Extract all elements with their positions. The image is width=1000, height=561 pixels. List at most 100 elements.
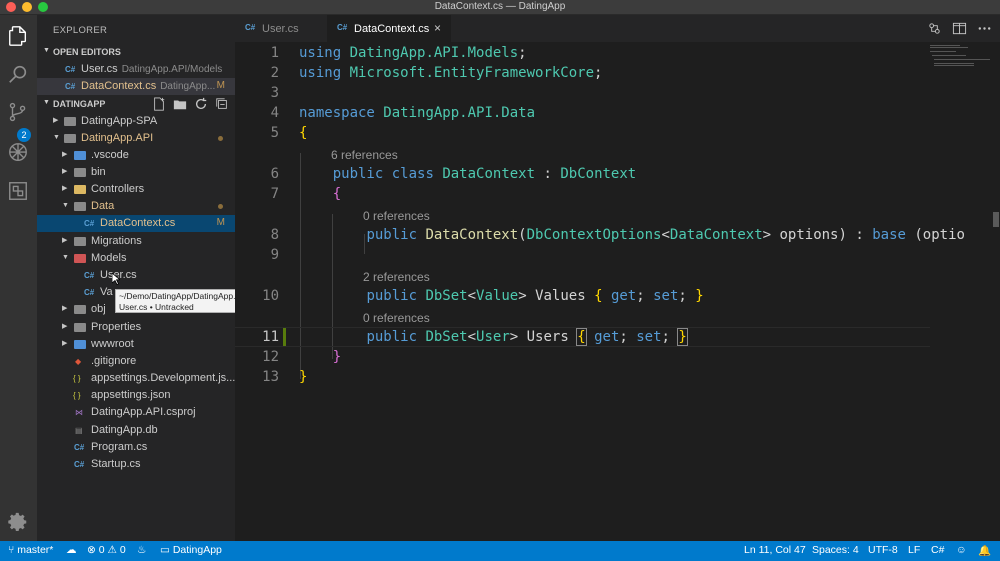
encoding-setting[interactable]: UTF-8 [868, 544, 898, 556]
omnisharp-flame-icon[interactable]: ♨ [137, 544, 146, 556]
chevron-right-icon: ▶ [62, 340, 68, 347]
tree-file-appsettings-dev[interactable]: { } appsettings.Development.js... [37, 370, 235, 387]
chevron-right-icon: ▶ [53, 117, 59, 124]
title-bar: DataContext.cs — DatingApp [0, 0, 1000, 15]
modified-dot [218, 136, 223, 141]
folder-icon [74, 237, 86, 246]
mouse-pointer-icon [112, 273, 120, 285]
language-mode[interactable]: C# [931, 544, 944, 556]
folder-icon [74, 305, 86, 314]
tree-folder-bin[interactable]: ▶ bin [37, 164, 235, 181]
chevron-down-icon: ▼ [53, 134, 60, 141]
folder-icon [74, 151, 86, 160]
debug-icon[interactable] [7, 141, 29, 163]
minimap[interactable] [930, 42, 990, 72]
chevron-right-icon: ▶ [62, 305, 68, 312]
cursor-position[interactable]: Ln 11, Col 47 [744, 544, 806, 556]
new-file-icon[interactable] [152, 97, 166, 111]
tree-folder-models[interactable]: ▼ Models [37, 250, 235, 267]
tree-folder-datingapp-spa[interactable]: ▶ DatingApp-SPA [37, 113, 235, 130]
open-editor-item-user[interactable]: C# User.cs DatingApp.API/Models [37, 61, 235, 78]
tree-file-csproj[interactable]: ⋈ DatingApp.API.csproj [37, 404, 235, 421]
open-editor-item-datacontext[interactable]: C# DataContext.cs DatingApp... M [37, 78, 235, 95]
csharp-file-icon: C# [65, 65, 76, 74]
collapse-all-icon[interactable] [215, 97, 229, 111]
tree-file-user[interactable]: C# User.cs [37, 267, 235, 284]
vertical-scrollbar[interactable] [993, 212, 999, 227]
explorer-sidebar: EXPLORER ▼ OPEN EDITORS C# User.cs Dating… [37, 15, 235, 541]
status-bar: ⑂ master* ☁ ⊗ 0 ⚠ 0 ♨ ▭ DatingApp Ln 11,… [0, 541, 1000, 561]
csharp-file-icon: C# [74, 443, 85, 452]
folder-icon [74, 185, 86, 194]
csharp-file-icon: C# [84, 219, 95, 228]
project-selector[interactable]: ▭ DatingApp [160, 544, 222, 556]
json-file-icon: { } [73, 391, 81, 400]
tree-file-datacontext[interactable]: C# DataContext.cs M [37, 215, 235, 232]
tree-file-db[interactable]: ▤ DatingApp.db [37, 422, 235, 439]
more-actions-icon[interactable] [977, 21, 992, 36]
folder-icon [64, 117, 76, 126]
folder-icon [74, 323, 86, 332]
folder-icon [74, 340, 86, 349]
workspace-header[interactable]: ▼ DATINGAPP [37, 96, 235, 112]
code-editor[interactable]: 1 using DatingApp.API.Models; 2 using Mi… [235, 42, 1000, 541]
activity-bar: 2 [0, 15, 37, 541]
problems-indicator[interactable]: ⊗ 0 ⚠ 0 [87, 544, 126, 556]
tab-datacontext-cs[interactable]: C# DataContext.cs × [327, 15, 451, 42]
chevron-right-icon: ▶ [62, 323, 68, 330]
tree-folder-properties[interactable]: ▶ Properties [37, 319, 235, 336]
code-line: 12 } [262, 349, 342, 365]
chevron-right-icon: ▶ [62, 185, 68, 192]
tree-folder-vscode[interactable]: ▶ .vscode [37, 147, 235, 164]
explorer-icon[interactable] [7, 25, 29, 47]
extensions-icon[interactable] [7, 180, 29, 202]
explorer-title: EXPLORER [53, 25, 108, 36]
code-line: 4 namespace DatingApp.API.Data [270, 105, 536, 121]
open-editors-header[interactable]: ▼ OPEN EDITORS [37, 44, 235, 60]
tree-folder-migrations[interactable]: ▶ Migrations [37, 233, 235, 250]
split-editor-icon[interactable] [952, 21, 967, 36]
csharp-file-icon: C# [84, 271, 95, 280]
chevron-right-icon: ▶ [62, 168, 68, 175]
branch-indicator[interactable]: ⑂ master* [8, 544, 53, 556]
close-icon[interactable]: × [434, 21, 441, 35]
code-line: 5 { [270, 125, 308, 141]
gear-icon[interactable] [7, 511, 29, 533]
code-line: 6 public class DataContext : DbContext [270, 166, 637, 182]
tree-folder-controllers[interactable]: ▶ Controllers [37, 181, 235, 198]
tree-file-program[interactable]: C# Program.cs [37, 439, 235, 456]
tree-file-startup[interactable]: C# Startup.cs [37, 456, 235, 473]
open-changes-icon[interactable] [927, 21, 942, 36]
indentation-setting[interactable]: Spaces: 4 [812, 544, 859, 556]
code-line-current: 11 public DbSet<User> Users { get; set; … [235, 327, 930, 347]
code-lens-users-references[interactable]: 0 references [363, 311, 430, 325]
tab-user-cs[interactable]: C# User.cs [235, 15, 327, 42]
sync-icon[interactable]: ☁ [66, 544, 77, 556]
code-line: 8 public DataContext(DbContextOptions<Da… [270, 227, 965, 243]
tree-file-gitignore[interactable]: ◆ .gitignore [37, 353, 235, 370]
code-line: 13 } [262, 369, 308, 385]
code-lens-values-references[interactable]: 2 references [363, 270, 430, 284]
folder-icon [74, 168, 86, 177]
tree-file-appsettings[interactable]: { } appsettings.json [37, 387, 235, 404]
feedback-icon[interactable]: ☺ [956, 544, 967, 556]
eol-setting[interactable]: LF [908, 544, 920, 556]
notifications-bell-icon[interactable]: 🔔 [978, 544, 991, 557]
csharp-file-icon: C# [337, 23, 348, 32]
source-control-icon[interactable] [7, 101, 29, 123]
search-icon[interactable] [7, 63, 29, 85]
git-file-icon: ◆ [75, 357, 82, 366]
tree-folder-wwwroot[interactable]: ▶ wwwroot [37, 336, 235, 353]
code-line: 9 [270, 247, 279, 263]
modified-badge: M [216, 217, 225, 228]
refresh-icon[interactable] [194, 97, 208, 111]
tree-folder-data[interactable]: ▼ Data [37, 198, 235, 215]
new-folder-icon[interactable] [173, 97, 187, 111]
csharp-file-icon: C# [245, 23, 256, 32]
tree-folder-datingapp-api[interactable]: ▼ DatingApp.API [37, 130, 235, 147]
code-line: 3 [270, 85, 279, 101]
code-lens-class-references[interactable]: 6 references [331, 148, 398, 162]
code-line: 2 using Microsoft.EntityFrameworkCore; [270, 65, 603, 81]
chevron-down-icon: ▼ [43, 47, 50, 54]
code-lens-ctor-references[interactable]: 0 references [363, 209, 430, 223]
